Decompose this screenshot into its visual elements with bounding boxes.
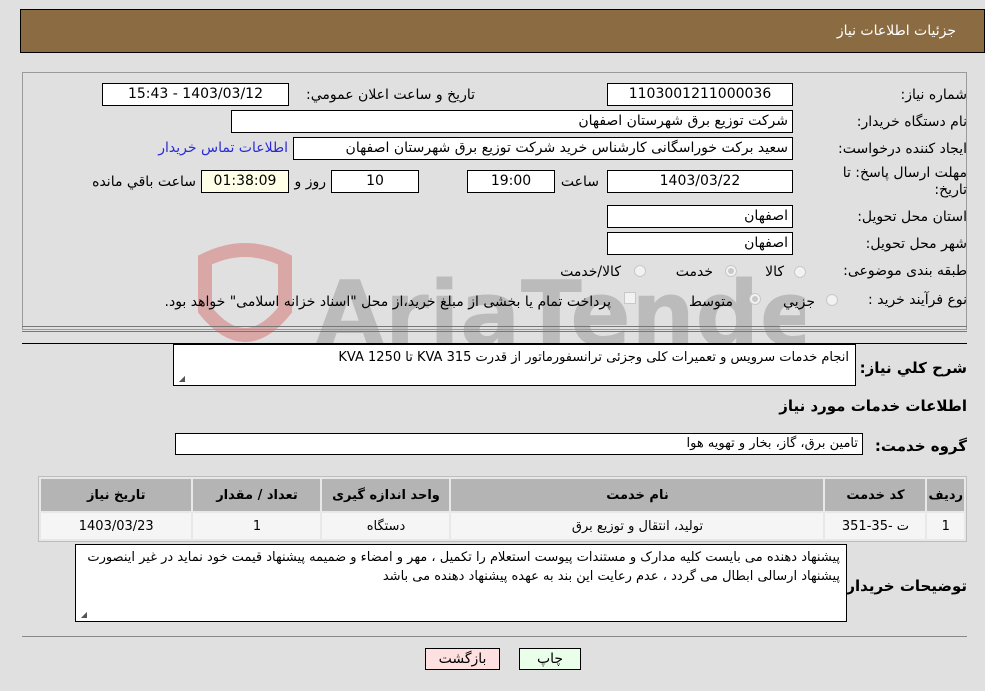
- buyer-notes-label: توضیحات خریدار:: [840, 577, 967, 595]
- announce-datetime-label: تاریخ و ساعت اعلان عمومي:: [306, 87, 475, 103]
- time-remaining-label: ساعت باقي مانده: [92, 174, 196, 190]
- cell-row: 1: [927, 513, 964, 539]
- services-table: ردیف کد خدمت نام خدمت واحد اندازه گیری ت…: [38, 476, 967, 542]
- purchase-type-option-minor: جزيي: [783, 294, 815, 310]
- back-button[interactable]: بازگشت: [425, 648, 500, 670]
- services-section-title: اطلاعات خدمات مورد نیاز: [779, 397, 967, 415]
- col-service-code: کد خدمت: [825, 479, 926, 511]
- need-number-label: شماره نیاز:: [900, 87, 968, 103]
- purchase-type-option-medium: متوسط: [689, 294, 733, 310]
- category-option-goods-service: کالا/خدمت: [560, 264, 621, 280]
- description-text: انجام خدمات سرویس و تعمیرات کلی وجزئی تر…: [338, 350, 849, 365]
- buyer-contact-link[interactable]: اطلاعات تماس خریدار: [158, 140, 288, 156]
- service-group-field: تامین برق، گاز، بخار و تهویه هوا: [175, 433, 863, 455]
- col-row: ردیف: [927, 479, 964, 511]
- need-number-field: 1103001211000036: [607, 83, 793, 106]
- purchase-type-radio-minor[interactable]: [826, 294, 838, 306]
- requester-field: سعید برکت خوراسگانی کارشناس خرید شرکت تو…: [293, 137, 793, 160]
- deadline-date-field: 1403/03/22: [607, 170, 793, 193]
- purchase-type-radio-medium[interactable]: [749, 293, 761, 305]
- category-option-service: خدمت: [675, 264, 713, 280]
- city-label: شهر محل تحویل:: [865, 236, 967, 252]
- category-option-goods: کالا: [765, 264, 784, 280]
- city-field: اصفهان: [607, 232, 793, 255]
- deadline-label-line1: مهلت ارسال پاسخ: تا: [842, 165, 967, 181]
- print-button[interactable]: چاپ: [519, 648, 581, 670]
- description-label: شرح كلي نياز:: [859, 359, 967, 377]
- col-quantity: تعداد / مقدار: [193, 479, 321, 511]
- buyer-notes-textarea[interactable]: پیشنهاد دهنده می بایست کلیه مدارک و مستن…: [75, 544, 847, 622]
- resize-grip-icon[interactable]: ◢: [79, 611, 87, 619]
- col-service-name: نام خدمت: [451, 479, 824, 511]
- category-radio-service[interactable]: [725, 265, 737, 277]
- buyer-notes-text: پیشنهاد دهنده می بایست کلیه مدارک و مستن…: [87, 550, 840, 584]
- page-title: جزئیات اطلاعات نیاز: [836, 23, 956, 39]
- cell-service-code: ت -35-351: [825, 513, 926, 539]
- treasury-note: پرداخت تمام یا بخشی از مبلغ خرید،از محل …: [164, 294, 611, 310]
- col-need-date: تاریخ نیاز: [41, 479, 192, 511]
- divider: [22, 326, 967, 327]
- cell-service-name: تولید، انتقال و توزیع برق: [451, 513, 824, 539]
- table-header-row: ردیف کد خدمت نام خدمت واحد اندازه گیری ت…: [41, 479, 964, 511]
- requester-label: ایجاد کننده درخواست:: [838, 141, 967, 157]
- table-row: 1 ت -35-351 تولید، انتقال و توزیع برق دس…: [41, 513, 964, 539]
- days-remaining-field: 10: [331, 170, 419, 193]
- cell-need-date: 1403/03/23: [41, 513, 192, 539]
- treasury-checkbox[interactable]: [624, 292, 636, 304]
- buyer-org-field: شرکت توزیع برق شهرستان اصفهان: [231, 110, 793, 133]
- province-label: استان محل تحویل:: [857, 209, 967, 225]
- category-radio-goods-service[interactable]: [634, 265, 646, 277]
- announce-datetime-field: 1403/03/12 - 15:43: [102, 83, 289, 106]
- resize-grip-icon[interactable]: ◢: [177, 375, 185, 383]
- deadline-time-field: 19:00: [467, 170, 555, 193]
- days-label: روز و: [294, 174, 327, 190]
- buyer-org-label: نام دستگاه خریدار:: [856, 114, 967, 130]
- cell-quantity: 1: [193, 513, 321, 539]
- time-remaining-field: 01:38:09: [201, 170, 289, 193]
- deadline-label-line2: تاریخ:: [934, 182, 967, 198]
- deadline-time-label: ساعت: [560, 174, 599, 190]
- purchase-type-label: نوع فرآیند خرید :: [868, 292, 967, 308]
- province-field: اصفهان: [607, 205, 793, 228]
- cell-unit: دستگاه: [322, 513, 450, 539]
- divider: [22, 636, 967, 637]
- col-unit: واحد اندازه گیری: [322, 479, 450, 511]
- page-header: جزئیات اطلاعات نیاز: [20, 9, 985, 53]
- category-radio-goods[interactable]: [794, 266, 806, 278]
- category-label: طبقه بندی موضوعی:: [843, 263, 967, 279]
- service-group-label: گروه خدمت:: [874, 437, 967, 455]
- divider: [22, 331, 967, 332]
- description-textarea[interactable]: انجام خدمات سرویس و تعمیرات کلی وجزئی تر…: [173, 344, 856, 386]
